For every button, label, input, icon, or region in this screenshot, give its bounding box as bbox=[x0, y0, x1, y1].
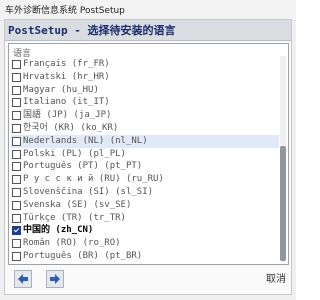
language-item[interactable]: Slovenščina (SI) (sl_SI) bbox=[11, 186, 279, 199]
language-checkbox[interactable] bbox=[12, 136, 21, 146]
dialog-content: PostSetup - 选择待安装的语言 语言 Français (fr_FR)… bbox=[4, 19, 292, 295]
language-item-label: 한국어 (KR) (ko_KR) bbox=[23, 123, 119, 133]
language-item-label: Svenska (SE) (sv_SE) bbox=[23, 199, 132, 210]
language-item-label: Français (fr_FR) bbox=[23, 59, 110, 69]
language-item-label: Slovenščina (SI) (sl_SI) bbox=[23, 187, 154, 197]
language-checkbox[interactable] bbox=[12, 188, 21, 197]
language-item-label: Nederlands (NL) (nl_NL) bbox=[23, 135, 148, 146]
language-checkbox[interactable] bbox=[12, 72, 21, 82]
language-checkbox[interactable] bbox=[12, 175, 21, 185]
postsetup-window: 车外诊断信息系统 PostSetup PostSetup - 选择待安装的语言 … bbox=[0, 0, 296, 300]
language-checkbox[interactable] bbox=[12, 239, 21, 249]
language-checkbox[interactable] bbox=[12, 213, 21, 223]
language-checkbox[interactable] bbox=[12, 124, 21, 133]
forward-button[interactable] bbox=[46, 270, 64, 288]
language-item[interactable]: Р у с с к и й (RU) (ru_RU) bbox=[11, 173, 279, 186]
language-item[interactable]: Magyar (hu_HU) bbox=[11, 84, 279, 97]
language-item[interactable]: 国語 (JP) (ja_JP) bbox=[11, 109, 279, 122]
language-checkbox[interactable] bbox=[12, 162, 21, 172]
language-item[interactable]: Português (PT) (pt_PT) bbox=[11, 160, 279, 173]
language-checkbox[interactable] bbox=[12, 60, 21, 69]
language-checkbox[interactable] bbox=[12, 149, 21, 159]
language-checkbox[interactable] bbox=[12, 200, 21, 210]
language-item[interactable]: Français (fr_FR) bbox=[11, 58, 279, 71]
page-header: PostSetup - 选择待安装的语言 bbox=[5, 20, 291, 41]
language-item-label: Português (PT) (pt_PT) bbox=[23, 161, 143, 172]
cancel-button[interactable]: 取消 bbox=[264, 271, 288, 289]
language-item[interactable]: Svenska (SE) (sv_SE) bbox=[11, 199, 279, 212]
language-checkbox[interactable] bbox=[12, 226, 21, 236]
language-item-label: Hrvatski (hr_HR) bbox=[23, 71, 110, 82]
language-item-label: Român (RO) (ro_RO) bbox=[23, 238, 121, 249]
language-checkbox[interactable] bbox=[12, 252, 21, 261]
language-item[interactable]: Nederlands (NL) (nl_NL) bbox=[11, 134, 279, 148]
language-item-label: 国語 (JP) (ja_JP) bbox=[23, 110, 112, 121]
language-item[interactable]: 中国的 (zh_CN) bbox=[11, 224, 279, 237]
scrollbar-thumb[interactable] bbox=[280, 146, 286, 261]
language-item-label: Italiano (it_IT) bbox=[23, 97, 110, 108]
window-title: 车外诊断信息系统 PostSetup bbox=[5, 6, 125, 16]
language-item[interactable]: Italiano (it_IT) bbox=[11, 96, 279, 109]
language-checkbox[interactable] bbox=[12, 85, 21, 95]
language-item-label: Türkçe (TR) (tr_TR) bbox=[23, 212, 126, 223]
language-item-label: 中国的 (zh_CN) bbox=[23, 225, 94, 236]
language-item[interactable]: Român (RO) (ro_RO) bbox=[11, 237, 279, 250]
language-item-label: Magyar (hu_HU) bbox=[23, 84, 99, 95]
title-bar: 车外诊断信息系统 PostSetup bbox=[0, 0, 296, 21]
arrow-right-icon bbox=[49, 273, 61, 285]
language-checkbox[interactable] bbox=[12, 98, 21, 108]
language-item[interactable]: 한국어 (KR) (ko_KR) bbox=[11, 122, 279, 135]
language-item[interactable]: Polski (PL) (pl_PL) bbox=[11, 148, 279, 161]
back-button[interactable] bbox=[14, 270, 32, 288]
language-item[interactable]: Türkçe (TR) (tr_TR) bbox=[11, 212, 279, 225]
page-title: PostSetup - 选择待安装的语言 bbox=[8, 24, 176, 37]
arrow-left-icon bbox=[17, 273, 29, 285]
language-item-label: Р у с с к и й (RU) (ru_RU) bbox=[23, 174, 164, 185]
language-checkbox[interactable] bbox=[12, 111, 21, 121]
language-list[interactable]: 语言 Français (fr_FR) Hrvatski (hr_HR) Magya… bbox=[8, 43, 289, 265]
language-item[interactable]: Português (BR) (pt_BR) bbox=[11, 250, 279, 263]
language-item-label: Português (BR) (pt_BR) bbox=[23, 251, 143, 261]
language-item[interactable]: Hrvatski (hr_HR) bbox=[11, 71, 279, 84]
language-item-label: Polski (PL) (pl_PL) bbox=[23, 148, 126, 159]
